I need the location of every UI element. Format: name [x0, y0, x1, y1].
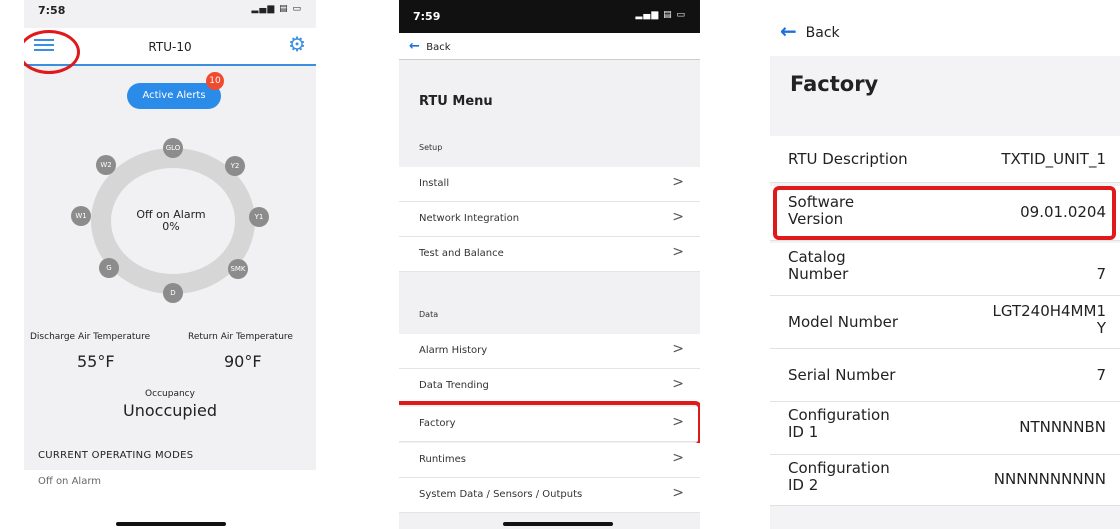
discharge-air-value: 55°F [77, 352, 115, 371]
status-time: 7:58 [38, 4, 66, 17]
section-spacer [399, 272, 700, 306]
section-setup-label: Setup [419, 143, 443, 152]
back-label: Back [426, 42, 451, 53]
operating-modes-heading: CURRENT OPERATING MODES [38, 450, 194, 461]
menu-item-label: Install [419, 178, 450, 189]
discharge-air-label: Discharge Air Temperature [30, 332, 151, 342]
chevron-right-icon: > [672, 174, 684, 190]
status-bar: 7:58 ▂▄▆ ▤ ▭ [24, 0, 316, 22]
chevron-right-icon: > [672, 341, 684, 357]
return-air-label: Return Air Temperature [188, 332, 293, 342]
section-data-label: Data [419, 310, 439, 319]
menu-item-label: Network Integration [419, 213, 520, 224]
back-arrow-icon: ← [780, 19, 797, 43]
menu-item-network-integration[interactable]: Network Integration > [399, 202, 700, 237]
menu-item-label: Test and Balance [419, 248, 504, 259]
row-value: LGT240H4MM1 Y [992, 302, 1107, 337]
node-w1: W1 [71, 206, 91, 226]
node-glo: GLO [163, 138, 183, 158]
row-key: Serial Number [788, 366, 896, 384]
menu-item-data-trending[interactable]: Data Trending > [399, 369, 700, 404]
factory-row-configuration-id-1: Configuration ID 1 NTNNNNBN [770, 402, 1120, 455]
node-y1: Y1 [249, 207, 269, 227]
menu-item-system-data[interactable]: System Data / Sensors / Outputs > [399, 478, 700, 513]
menu-item-label: System Data / Sensors / Outputs [419, 489, 583, 500]
row-value: 7 [1096, 366, 1106, 384]
gear-icon[interactable]: ⚙ [288, 34, 306, 54]
chevron-right-icon: > [672, 450, 684, 466]
rtu-dashboard-screen: 7:58 ▂▄▆ ▤ ▭ RTU-10 ⚙ Active Alerts 10 G… [24, 0, 316, 529]
row-value: NTNNNNBN [1019, 418, 1106, 436]
factory-row-serial-number: Serial Number 7 [770, 349, 1120, 402]
menu-item-test-and-balance[interactable]: Test and Balance > [399, 237, 700, 272]
node-w2: W2 [96, 155, 116, 175]
nav-bar: ← Back [399, 33, 700, 60]
factory-row-configuration-id-2: Configuration ID 2 NNNNNNNNNN [770, 455, 1120, 506]
row-key: Configuration ID 2 [788, 459, 890, 494]
page-title: Factory [790, 72, 879, 96]
chevron-right-icon: > [672, 376, 684, 392]
return-air-value: 90°F [224, 352, 262, 371]
home-indicator [503, 522, 613, 526]
status-icons: ▂▄▆ ▤ ▭ [251, 4, 302, 14]
factory-row-software-version: Software Version 09.01.0204 [770, 186, 1120, 241]
back-arrow-icon: ← [409, 39, 420, 54]
software-version-highlight-box [773, 186, 1116, 240]
factory-screen: ← Back Factory RTU Description TXTID_UNI… [770, 0, 1120, 529]
operating-mode-item: Off on Alarm [38, 476, 101, 487]
node-d: D [163, 283, 183, 303]
chevron-right-icon: > [672, 244, 684, 260]
menu-item-runtimes[interactable]: Runtimes > [399, 443, 700, 478]
node-y2: Y2 [225, 156, 245, 176]
row-value: 7 [1096, 265, 1106, 283]
active-alerts-button[interactable]: Active Alerts [127, 83, 221, 109]
alert-count-badge: 10 [206, 72, 224, 90]
row-key: Catalog Number [788, 248, 849, 283]
menu-item-factory[interactable]: Factory > [399, 401, 700, 447]
factory-row-catalog-number: Catalog Number 7 [770, 243, 1120, 296]
page-title: RTU Menu [419, 94, 493, 109]
back-button[interactable]: ← Back [780, 19, 840, 43]
factory-highlight-box [399, 401, 700, 447]
factory-row-model-number: Model Number LGT240H4MM1 Y [770, 296, 1120, 349]
ring-center-status: Off on Alarm 0% [106, 209, 236, 233]
back-label: Back [805, 25, 840, 41]
node-smk: SMK [228, 259, 248, 279]
rtu-menu-screen: 7:59 ▂▄▆ ▤ ▭ ← Back RTU Menu Setup Insta… [399, 0, 700, 529]
node-g: G [99, 258, 119, 278]
unit-percent: 0% [162, 220, 180, 233]
occupancy-label: Occupancy [145, 389, 195, 399]
home-indicator [116, 522, 226, 526]
menu-item-label: Data Trending [419, 380, 489, 391]
status-bar: 7:59 ▂▄▆ ▤ ▭ [399, 0, 700, 33]
chevron-right-icon: > [672, 209, 684, 225]
factory-row-rtu-description: RTU Description TXTID_UNIT_1 [770, 136, 1120, 183]
page-title: RTU-10 [148, 40, 192, 54]
row-key: Configuration ID 1 [788, 406, 890, 441]
status-time: 7:59 [413, 10, 441, 23]
menu-item-label: Runtimes [419, 454, 466, 465]
menu-item-install[interactable]: Install > [399, 167, 700, 202]
nav-bar: ← Back [770, 0, 1120, 56]
dashboard-header: RTU-10 ⚙ [24, 28, 316, 74]
chevron-right-icon: > [672, 485, 684, 501]
occupancy-value: Unoccupied [123, 401, 217, 420]
status-icons: ▂▄▆ ▤ ▭ [635, 10, 686, 20]
menu-item-label: Alarm History [419, 345, 488, 356]
row-value: NNNNNNNNNN [993, 470, 1106, 488]
row-key: Model Number [788, 313, 899, 331]
row-key: RTU Description [788, 150, 908, 168]
operating-modes-list: Off on Alarm [24, 470, 316, 529]
menu-item-alarm-history[interactable]: Alarm History > [399, 334, 700, 369]
back-button[interactable]: ← Back [409, 39, 451, 54]
row-value: TXTID_UNIT_1 [1001, 150, 1106, 168]
